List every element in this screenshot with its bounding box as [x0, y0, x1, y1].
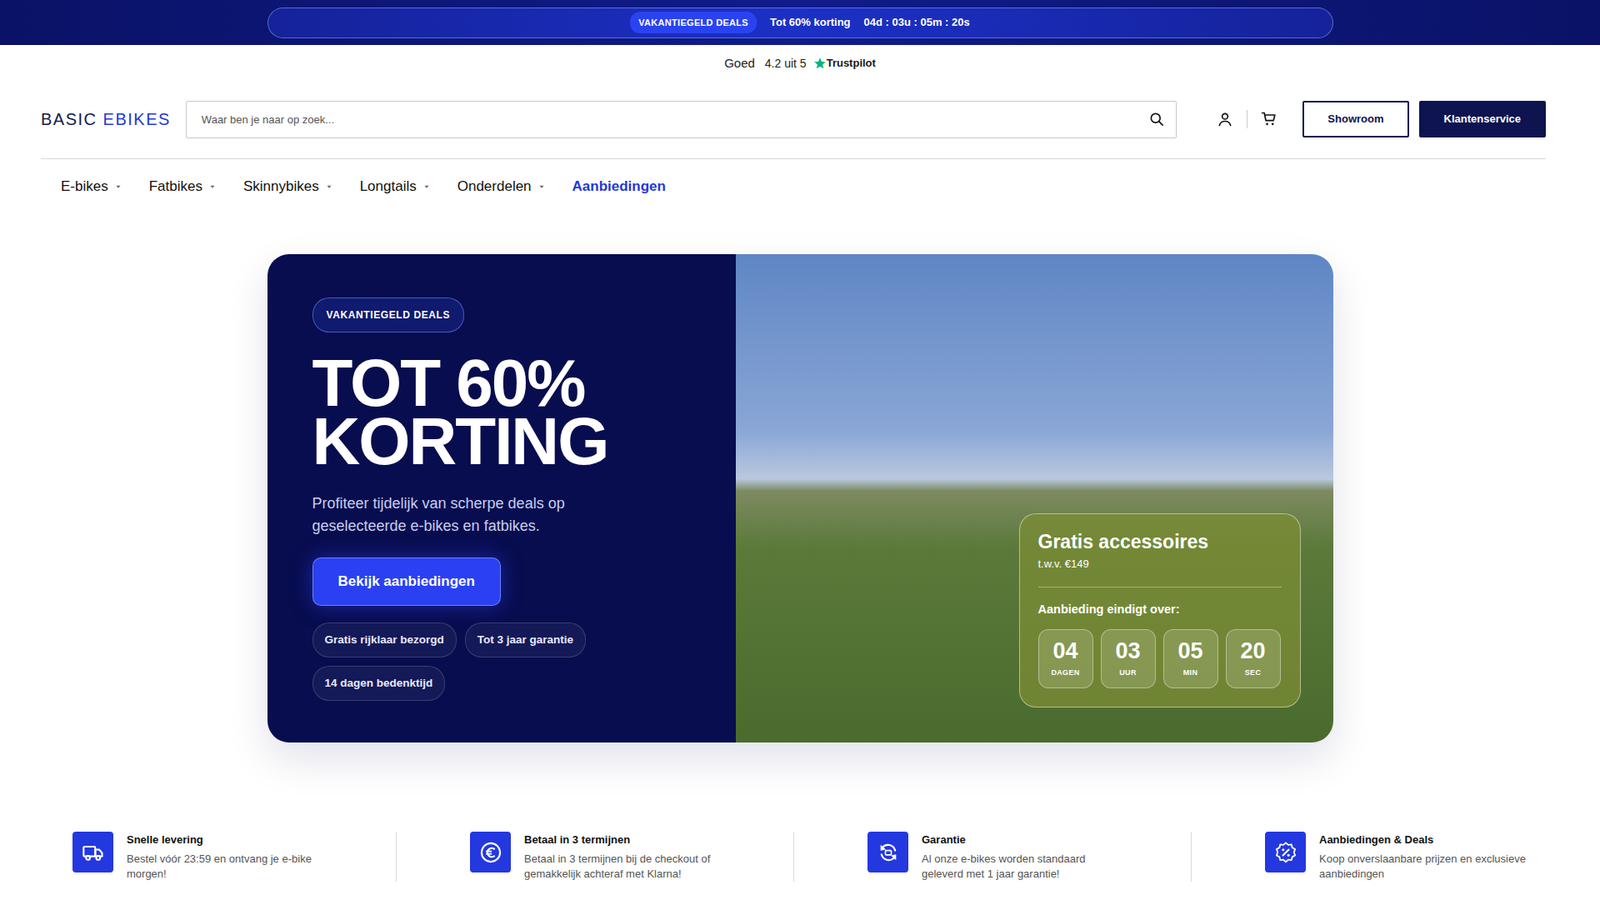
- hero-title-line: TOT 60%: [312, 354, 609, 413]
- countdown-box: 05 MIN: [1163, 629, 1219, 689]
- promo-text: Tot 60% korting: [770, 14, 851, 31]
- feature-text: Aanbiedingen & Deals Koop onverslaanbare …: [1319, 831, 1528, 882]
- main-menu: E-bikes Fatbikes Skinnybikes Longtails Onder…: [0, 167, 1600, 206]
- menu-item-label: E-bikes: [60, 175, 109, 198]
- hero-text: Profiteer tijdelijk van scherpe deals op…: [312, 492, 638, 538]
- trustpilot-brand: Trustpilot: [826, 55, 876, 72]
- star-icon: [813, 56, 827, 70]
- menu-item[interactable]: Longtails: [360, 175, 431, 198]
- hero-photo: Gratis accessoirest.w.v. €149 Aanbieding …: [735, 254, 1334, 743]
- search-box: [185, 100, 1177, 139]
- caret-icon: [537, 182, 546, 191]
- logo-part: BASIC: [40, 110, 98, 129]
- menu-item-label: Fatbikes: [149, 175, 203, 198]
- promo-bar: VAKANTIEGELD DEALS Tot 60% korting 04d : 0…: [0, 0, 1600, 45]
- offers-button[interactable]: Bekijk aanbiedingen: [312, 557, 501, 606]
- feature-text: Snelle levering Bestel vóór 23:59 en ontv…: [126, 831, 335, 882]
- features: Snelle levering Bestel vóór 23:59 en ontv…: [0, 831, 1600, 899]
- menu-item[interactable]: Skinnybikes: [243, 175, 334, 198]
- trustpilot-score: 4.2 uit 5: [765, 55, 807, 73]
- menu-item[interactable]: Onderdelen: [457, 175, 546, 198]
- offer-countdown: 04 DAGEN 03 UUR 05 MIN 20 SEC: [1038, 629, 1282, 689]
- menu-item[interactable]: Aanbiedingen: [572, 175, 666, 198]
- feature-title: Aanbiedingen & Deals: [1319, 831, 1528, 849]
- countdown-box: 20 SEC: [1225, 629, 1281, 689]
- promo-pill[interactable]: VAKANTIEGELD DEALS Tot 60% korting 04d : 0…: [267, 7, 1334, 39]
- hero-badge: VAKANTIEGELD DEALS: [312, 297, 465, 333]
- header-button[interactable]: Klantenservice: [1419, 100, 1547, 138]
- countdown-unit: MIN: [1183, 667, 1198, 680]
- header-button[interactable]: Showroom: [1302, 100, 1409, 138]
- trustpilot-logo: Trustpilot: [813, 55, 876, 72]
- usp-chips: Gratis rijklaar bezorgdTot 3 jaar garant…: [312, 622, 630, 702]
- menu-item-label: Onderdelen: [457, 175, 532, 198]
- hero-title-line: KORTING: [312, 412, 609, 471]
- countdown-box: 03 UUR: [1100, 629, 1156, 689]
- logo[interactable]: BASIC EBIKES: [40, 106, 171, 132]
- discount-icon: [1265, 831, 1306, 873]
- feature-divider: [1190, 831, 1192, 882]
- promo-countdown: 04d : 03u : 05m : 20s: [864, 14, 970, 31]
- header-icons: [1216, 110, 1278, 129]
- cart-icon[interactable]: [1260, 110, 1278, 128]
- user-icon[interactable]: [1216, 110, 1234, 128]
- feature-description: Koop onverslaanbare prijzen en exclusiev…: [1319, 851, 1528, 882]
- feature-description: Al onze e-bikes worden standaard gelever…: [921, 851, 1130, 882]
- countdown-unit: DAGEN: [1050, 667, 1080, 680]
- usp-chip: Gratis rijklaar bezorgd: [312, 622, 457, 658]
- countdown-box: 04 DAGEN: [1038, 629, 1094, 689]
- hero-title: TOT 60%KORTING: [312, 354, 609, 471]
- countdown-value: 04: [1052, 639, 1078, 665]
- feature-description: Bestel vóór 23:59 en ontvang je e-bike m…: [126, 851, 335, 882]
- countdown-unit: UUR: [1119, 667, 1136, 680]
- feature-item: Garantie Al onze e-bikes worden standaard…: [867, 831, 1191, 882]
- countdown-value: 03: [1115, 639, 1140, 665]
- euro-icon: [470, 831, 511, 873]
- offer-countdown-label: Aanbieding eindigt over:: [1038, 600, 1282, 620]
- trustpilot-label: Goed: [724, 54, 755, 74]
- usp-chip: 14 dagen bedenktijd: [312, 665, 446, 701]
- usp-chip: Tot 3 jaar garantie: [465, 622, 586, 658]
- truck-icon: [72, 831, 114, 873]
- offer-card: Gratis accessoirest.w.v. €149 Aanbieding …: [1019, 513, 1301, 708]
- caret-icon: [208, 182, 217, 191]
- feature-divider: [395, 831, 397, 882]
- offer-divider: [1038, 586, 1282, 588]
- feature-item: Aanbiedingen & Deals Koop onverslaanbare …: [1265, 831, 1600, 882]
- menu-item[interactable]: E-bikes: [60, 175, 123, 198]
- feature-title: Snelle levering: [126, 831, 335, 849]
- hero-banner: VAKANTIEGELD DEALS TOT 60%KORTING Profitee…: [267, 254, 1334, 743]
- feature-item: Betaal in 3 termijnen Betaal in 3 termijn…: [470, 831, 794, 882]
- trustpilot-rating[interactable]: Goed 4.2 uit 5 Trustpilot: [0, 45, 1600, 82]
- menu-item[interactable]: Fatbikes: [149, 175, 217, 198]
- menu-item-label: Aanbiedingen: [572, 175, 666, 198]
- caret-icon: [114, 182, 123, 191]
- feature-text: Betaal in 3 termijnen Betaal in 3 termijn…: [524, 831, 733, 882]
- caret-icon: [422, 182, 431, 191]
- offer-subtitle: t.w.v. €149: [1038, 555, 1282, 573]
- search-icon[interactable]: [1148, 110, 1165, 128]
- header-divider-line: [40, 158, 1546, 160]
- caret-icon: [325, 182, 334, 191]
- countdown-value: 05: [1177, 639, 1203, 665]
- menu-item-label: Longtails: [360, 175, 417, 198]
- warranty-icon: [867, 831, 909, 873]
- feature-text: Garantie Al onze e-bikes worden standaard…: [921, 831, 1130, 882]
- feature-title: Betaal in 3 termijnen: [524, 831, 733, 849]
- feature-description: Betaal in 3 termijnen bij de checkout of…: [524, 851, 733, 882]
- countdown-unit: SEC: [1245, 667, 1261, 680]
- feature-title: Garantie: [921, 831, 1130, 849]
- feature-divider: [793, 831, 795, 882]
- promo-badge: VAKANTIEGELD DEALS: [630, 11, 757, 35]
- header-divider: [1246, 110, 1248, 129]
- menu-item-label: Skinnybikes: [243, 175, 320, 198]
- countdown-value: 20: [1240, 639, 1265, 665]
- header: BASIC EBIKES Showroom Klantenservice: [0, 100, 1600, 139]
- offer-title: Gratis accessoires: [1038, 530, 1282, 555]
- search-input[interactable]: [185, 100, 1177, 139]
- feature-item: Snelle levering Bestel vóór 23:59 en ontv…: [72, 831, 396, 882]
- hero-panel: VAKANTIEGELD DEALS TOT 60%KORTING Profitee…: [267, 254, 736, 743]
- logo-part: EBIKES: [103, 110, 171, 129]
